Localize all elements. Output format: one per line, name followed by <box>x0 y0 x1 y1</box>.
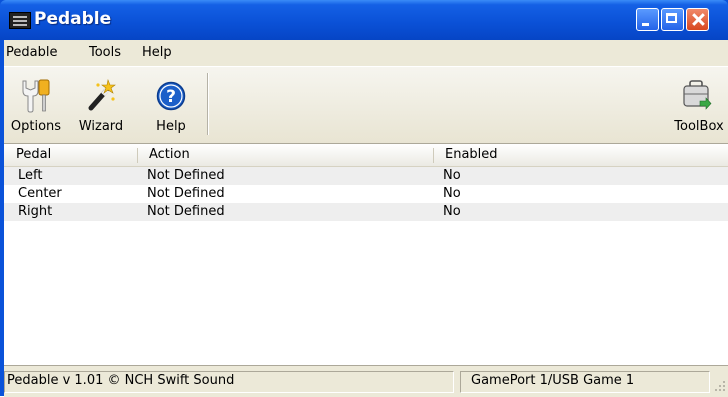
toolbar: Options Wizard ? Help ToolBox <box>4 66 728 145</box>
action-cell: Not Defined <box>147 186 225 201</box>
column-header-pedal[interactable]: Pedal <box>16 147 51 162</box>
toolbar-separator <box>207 73 209 135</box>
wizard-label: Wizard <box>78 119 124 134</box>
enabled-cell: No <box>443 168 461 183</box>
column-divider[interactable] <box>137 148 138 163</box>
svg-text:?: ? <box>166 87 176 107</box>
column-header-action[interactable]: Action <box>149 147 190 162</box>
menu-pedable[interactable]: Pedable <box>6 45 57 60</box>
title-bar[interactable]: Pedable <box>0 0 728 40</box>
pedal-cell: Left <box>18 168 43 183</box>
pedal-cell: Right <box>18 204 53 219</box>
menu-help[interactable]: Help <box>142 45 172 60</box>
status-bar: Pedable v 1.01 © NCH Swift Sound GamePor… <box>4 365 728 397</box>
menu-tools[interactable]: Tools <box>89 45 121 60</box>
options-label: Options <box>10 119 62 134</box>
status-device: GamePort 1/USB Game 1 <box>460 371 710 393</box>
question-mark-icon: ? <box>156 81 186 111</box>
toolbox-button[interactable]: ToolBox <box>670 67 728 143</box>
wizard-button[interactable]: Wizard <box>70 67 132 143</box>
toolbox-icon <box>683 80 712 110</box>
pedal-table: Pedal Action Enabled Left Not Defined No… <box>4 143 728 366</box>
toolbox-label: ToolBox <box>674 119 724 134</box>
help-button[interactable]: ? Help <box>144 67 198 143</box>
status-version: Pedable v 1.01 © NCH Swift Sound <box>4 371 454 393</box>
enabled-cell: No <box>443 186 461 201</box>
options-button[interactable]: Options <box>4 67 68 143</box>
help-label: Help <box>156 119 186 134</box>
enabled-cell: No <box>443 204 461 219</box>
resize-grip-icon[interactable] <box>712 378 726 392</box>
maximize-button[interactable] <box>661 8 684 31</box>
table-header: Pedal Action Enabled <box>4 144 728 167</box>
minimize-button[interactable] <box>636 8 659 31</box>
menu-bar: Pedable Tools Help <box>4 40 728 66</box>
client-area: Pedable Tools Help Options Wizard ? Help… <box>4 40 728 397</box>
action-cell: Not Defined <box>147 204 225 219</box>
magic-wand-icon <box>88 79 116 111</box>
close-button[interactable] <box>686 8 709 31</box>
app-window: Pedable Pedable Tools Help Options Wizar… <box>0 0 728 397</box>
window-title: Pedable <box>34 9 112 29</box>
action-cell: Not Defined <box>147 168 225 183</box>
wrench-screwdriver-icon <box>22 79 50 113</box>
table-row[interactable]: Center Not Defined No <box>4 185 728 203</box>
column-header-enabled[interactable]: Enabled <box>445 147 498 162</box>
pedal-cell: Center <box>18 186 62 201</box>
table-row[interactable]: Left Not Defined No <box>4 167 728 185</box>
column-divider[interactable] <box>433 148 434 163</box>
app-icon[interactable] <box>9 12 31 29</box>
table-row[interactable]: Right Not Defined No <box>4 203 728 221</box>
